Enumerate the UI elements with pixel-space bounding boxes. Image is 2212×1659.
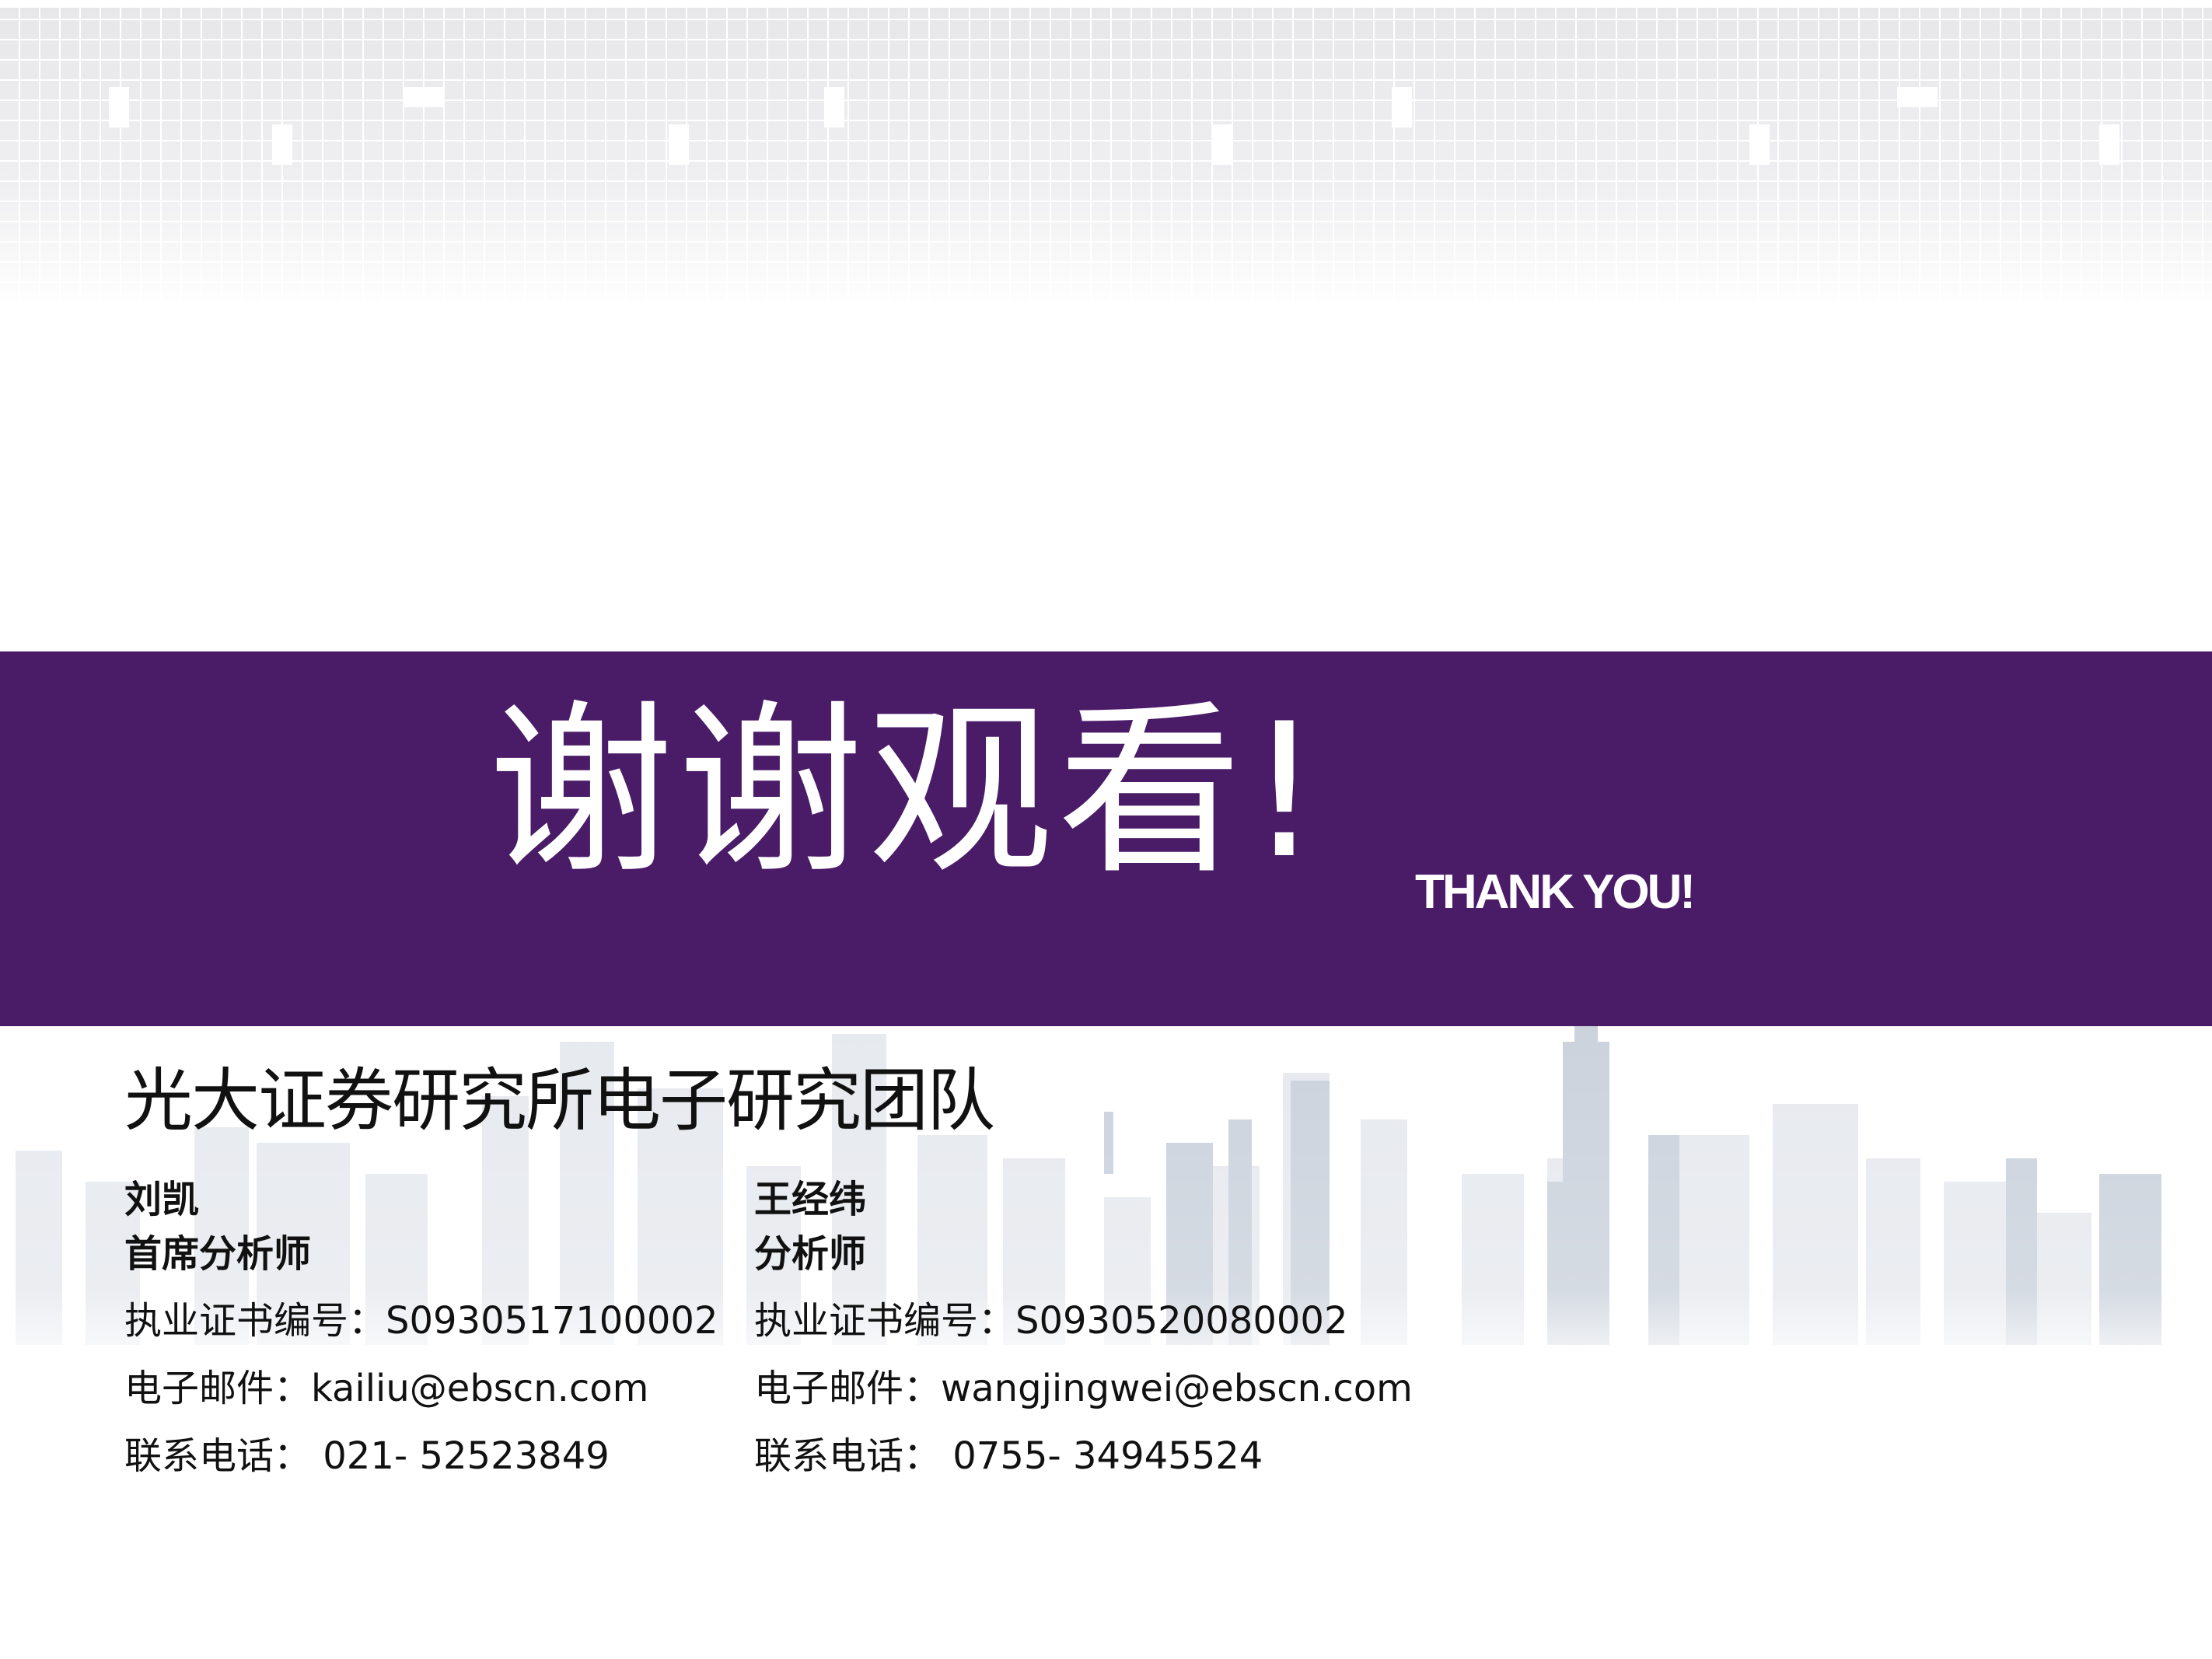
analyst-name: 刘凯 — [124, 1178, 200, 1221]
team-title: 光大证券研究所电子研究团队 — [124, 1060, 995, 1140]
thank-you-subtitle: THANK YOU! — [1415, 865, 1696, 919]
analyst-phone: 联系电话： 021- 52523849 — [124, 1434, 610, 1478]
analyst-card: 王经纬 分析师 执业证书编号：S0930520080002 电子邮件：wangj… — [754, 1172, 1413, 1490]
analyst-contact-block: 执业证书编号：S0930517100002 电子邮件：kailiu@ebscn.… — [124, 1287, 718, 1490]
thank-you-title: 谢谢观看! — [488, 684, 1326, 899]
analyst-email[interactable]: 电子邮件：wangjingwei@ebscn.com — [754, 1355, 1413, 1423]
analyst-contact-block: 执业证书编号：S0930520080002 电子邮件：wangjingwei@e… — [754, 1287, 1413, 1490]
analyst-license: 执业证书编号：S0930517100002 — [124, 1299, 718, 1343]
analyst-name: 王经纬 — [754, 1178, 867, 1221]
analyst-license: 执业证书编号：S0930520080002 — [754, 1299, 1348, 1343]
decorative-tile-grid — [0, 0, 2212, 311]
analyst-phone: 联系电话： 0755- 34945524 — [754, 1434, 1263, 1478]
analyst-email[interactable]: 电子邮件：kailiu@ebscn.com — [124, 1355, 718, 1423]
analyst-role: 首席分析师 — [124, 1232, 312, 1276]
analyst-role: 分析师 — [754, 1232, 867, 1276]
analyst-card: 刘凯 首席分析师 执业证书编号：S0930517100002 电子邮件：kail… — [124, 1172, 718, 1490]
